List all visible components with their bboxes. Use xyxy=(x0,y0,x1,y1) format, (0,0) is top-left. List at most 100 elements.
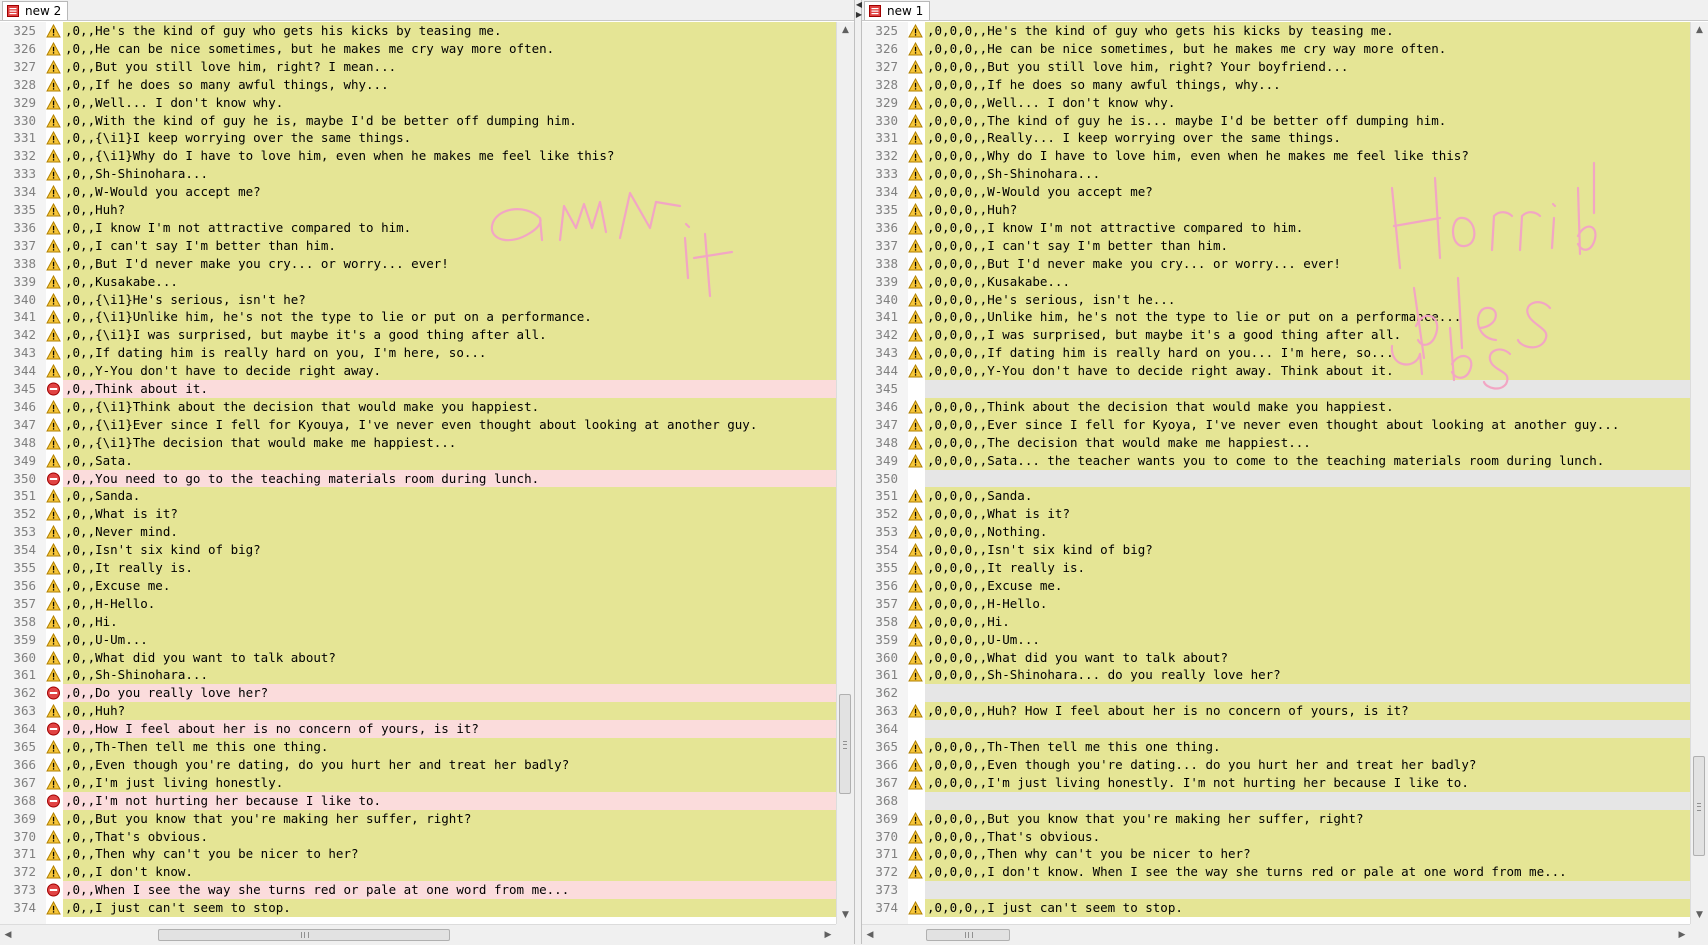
scroll-right-arrow-icon[interactable]: ▶ xyxy=(1674,925,1690,945)
diff-line-warn[interactable]: 370 ,0,,That's obvious. xyxy=(0,827,836,846)
diff-line-empty[interactable]: 362 xyxy=(862,684,1690,703)
diff-line-empty[interactable]: 350 xyxy=(862,469,1690,488)
diff-line-warn[interactable]: 331 ,0,,{\i1}I keep worrying over the sam… xyxy=(0,129,836,148)
scroll-right-arrow-icon[interactable]: ▶ xyxy=(820,925,836,945)
diff-line-warn[interactable]: 348 ,0,,{\i1}The decision that would make… xyxy=(0,433,836,452)
diff-line-warn[interactable]: 349 ,0,0,0,,Sata... the teacher wants you… xyxy=(862,451,1690,470)
diff-line-warn[interactable]: 355 ,0,,It really is. xyxy=(0,559,836,577)
diff-line-warn[interactable]: 338 ,0,,But I'd never make you cry... or … xyxy=(0,254,836,273)
diff-line-warn[interactable]: 333 ,0,0,0,,Sh-Shinohara... xyxy=(862,165,1690,184)
diff-line-warn[interactable]: 353 ,0,0,0,,Nothing. xyxy=(862,523,1690,542)
diff-line-warn[interactable]: 367 ,0,,I'm just living honestly. xyxy=(0,773,836,792)
right-text-area[interactable]: 325 ,0,0,0,,He's the kind of guy who gets… xyxy=(862,22,1690,924)
scroll-down-arrow-icon[interactable]: ▼ xyxy=(837,907,854,924)
diff-line-warn[interactable]: 351 ,0,0,0,,Sanda. xyxy=(862,487,1690,506)
diff-line-warn[interactable]: 361 ,0,,Sh-Shinohara... xyxy=(0,666,836,685)
diff-line-warn[interactable]: 351 ,0,,Sanda. xyxy=(0,487,836,506)
left-vertical-scroll-thumb[interactable] xyxy=(839,694,851,794)
diff-line-warn[interactable]: 341 ,0,,{\i1}Unlike him, he's not the typ… xyxy=(0,308,836,327)
diff-line-warn[interactable]: 360 ,0,0,0,,What did you want to talk abo… xyxy=(862,648,1690,667)
diff-line-warn[interactable]: 332 ,0,0,0,,Why do I have to love him, ev… xyxy=(862,147,1690,166)
diff-line-warn[interactable]: 328 ,0,0,0,,If he does so many awful thin… xyxy=(862,75,1690,94)
diff-line-warn[interactable]: 341 ,0,0,0,,Unlike him, he's not the type… xyxy=(862,308,1690,327)
diff-line-warn[interactable]: 329 ,0,,Well... I don't know why. xyxy=(0,93,836,112)
diff-line-warn[interactable]: 349 ,0,,Sata. xyxy=(0,451,836,470)
diff-line-warn[interactable]: 334 ,0,,W-Would you accept me? xyxy=(0,183,836,202)
diff-line-warn[interactable]: 346 ,0,0,0,,Think about the decision that… xyxy=(862,397,1690,416)
diff-line-warn[interactable]: 354 ,0,0,0,,Isn't six kind of big? xyxy=(862,541,1690,560)
diff-line-empty[interactable]: 368 xyxy=(862,791,1690,810)
diff-line-warn[interactable]: 371 ,0,0,0,,Then why can't you be nicer t… xyxy=(862,845,1690,864)
diff-line-warn[interactable]: 344 ,0,0,0,,Y-You don't have to decide ri… xyxy=(862,362,1690,381)
diff-line-warn[interactable]: 370 ,0,0,0,,That's obvious. xyxy=(862,827,1690,846)
diff-line-warn[interactable]: 332 ,0,,{\i1}Why do I have to love him, e… xyxy=(0,147,836,166)
diff-line-warn[interactable]: 348 ,0,0,0,,The decision that would make … xyxy=(862,433,1690,452)
diff-line-warn[interactable]: 335 ,0,,Huh? xyxy=(0,201,836,219)
diff-line-del[interactable]: 345 ,0,,Think about it. xyxy=(0,380,836,398)
diff-line-warn[interactable]: 343 ,0,,If dating him is really hard on y… xyxy=(0,344,836,363)
diff-line-warn[interactable]: 343 ,0,0,0,,If dating him is really hard … xyxy=(862,344,1690,363)
diff-line-warn[interactable]: 329 ,0,0,0,,Well... I don't know why. xyxy=(862,93,1690,112)
diff-line-empty[interactable]: 373 xyxy=(862,881,1690,900)
left-horizontal-scrollbar[interactable]: ◀ ▶ xyxy=(0,924,836,945)
diff-line-del[interactable]: 373 ,0,,When I see the way she turns red … xyxy=(0,881,836,900)
diff-line-warn[interactable]: 372 ,0,,I don't know. xyxy=(0,863,836,882)
scroll-left-arrow-icon[interactable]: ◀ xyxy=(0,925,16,945)
diff-line-warn[interactable]: 328 ,0,,If he does so many awful things, … xyxy=(0,75,836,94)
diff-line-warn[interactable]: 371 ,0,,Then why can't you be nicer to he… xyxy=(0,845,836,864)
diff-line-warn[interactable]: 352 ,0,,What is it? xyxy=(0,505,836,524)
diff-line-warn[interactable]: 352 ,0,0,0,,What is it? xyxy=(862,505,1690,524)
diff-line-warn[interactable]: 330 ,0,,With the kind of guy he is, maybe… xyxy=(0,111,836,130)
right-vertical-scrollbar[interactable]: ▲ ▼ xyxy=(1690,22,1708,924)
diff-line-warn[interactable]: 358 ,0,0,0,,Hi. xyxy=(862,612,1690,631)
diff-line-warn[interactable]: 344 ,0,,Y-You don't have to decide right … xyxy=(0,362,836,381)
diff-line-warn[interactable]: 357 ,0,,H-Hello. xyxy=(0,594,836,613)
right-vertical-scroll-thumb[interactable] xyxy=(1693,756,1705,856)
diff-line-warn[interactable]: 363 ,0,0,0,,Huh? How I feel about her is … xyxy=(862,702,1690,721)
pane-splitter[interactable]: ◀ ▶ xyxy=(854,0,862,944)
diff-line-del[interactable]: 362 ,0,,Do you really love her? xyxy=(0,684,836,703)
diff-line-warn[interactable]: 337 ,0,,I can't say I'm better than him. xyxy=(0,236,836,255)
diff-line-warn[interactable]: 369 ,0,,But you know that you're making h… xyxy=(0,809,836,828)
diff-line-del[interactable]: 364 ,0,,How I feel about her is no concer… xyxy=(0,720,836,739)
diff-line-warn[interactable]: 325 ,0,,He's the kind of guy who gets his… xyxy=(0,22,836,40)
diff-line-warn[interactable]: 367 ,0,0,0,,I'm just living honestly. I'm… xyxy=(862,773,1690,792)
diff-line-warn[interactable]: 340 ,0,0,0,,He's serious, isn't he... xyxy=(862,290,1690,309)
diff-line-warn[interactable]: 339 ,0,,Kusakabe... xyxy=(0,272,836,291)
left-vertical-scrollbar[interactable]: ▲ ▼ xyxy=(836,22,854,924)
scroll-down-arrow-icon[interactable]: ▼ xyxy=(1691,907,1708,924)
diff-line-del[interactable]: 350 ,0,,You need to go to the teaching ma… xyxy=(0,469,836,488)
diff-line-warn[interactable]: 331 ,0,0,0,,Really... I keep worrying ove… xyxy=(862,129,1690,148)
scroll-left-arrow-icon[interactable]: ◀ xyxy=(862,925,878,945)
diff-line-warn[interactable]: 340 ,0,,{\i1}He's serious, isn't he? xyxy=(0,290,836,309)
diff-line-warn[interactable]: 335 ,0,0,0,,Huh? xyxy=(862,201,1690,219)
diff-line-warn[interactable]: 372 ,0,0,0,,I don't know. When I see the … xyxy=(862,863,1690,882)
scroll-up-arrow-icon[interactable]: ▲ xyxy=(837,22,854,39)
diff-line-warn[interactable]: 361 ,0,0,0,,Sh-Shinohara... do you really… xyxy=(862,666,1690,685)
diff-line-warn[interactable]: 337 ,0,0,0,,I can't say I'm better than h… xyxy=(862,236,1690,255)
diff-line-warn[interactable]: 359 ,0,0,0,,U-Um... xyxy=(862,630,1690,649)
diff-line-warn[interactable]: 356 ,0,0,0,,Excuse me. xyxy=(862,576,1690,595)
diff-line-warn[interactable]: 354 ,0,,Isn't six kind of big? xyxy=(0,541,836,560)
diff-line-warn[interactable]: 346 ,0,,{\i1}Think about the decision tha… xyxy=(0,397,836,416)
right-horizontal-scroll-thumb[interactable] xyxy=(926,929,1010,941)
right-horizontal-scrollbar[interactable]: ◀ ▶ xyxy=(862,924,1690,945)
diff-line-empty[interactable]: 345 xyxy=(862,380,1690,398)
diff-line-warn[interactable]: 356 ,0,,Excuse me. xyxy=(0,576,836,595)
left-text-area[interactable]: 325 ,0,,He's the kind of guy who gets his… xyxy=(0,22,836,924)
diff-line-warn[interactable]: 355 ,0,0,0,,It really is. xyxy=(862,559,1690,577)
diff-line-warn[interactable]: 326 ,0,0,0,,He can be nice sometimes, but… xyxy=(862,39,1690,58)
diff-line-warn[interactable]: 366 ,0,0,0,,Even though you're dating... … xyxy=(862,755,1690,774)
diff-line-warn[interactable]: 342 ,0,0,0,,I was surprised, but maybe it… xyxy=(862,326,1690,345)
diff-line-warn[interactable]: 347 ,0,0,0,,Ever since I fell for Kyoya, … xyxy=(862,415,1690,434)
diff-line-warn[interactable]: 365 ,0,,Th-Then tell me this one thing. xyxy=(0,738,836,756)
diff-line-empty[interactable]: 364 xyxy=(862,720,1690,739)
scroll-up-arrow-icon[interactable]: ▲ xyxy=(1691,22,1708,39)
diff-line-warn[interactable]: 325 ,0,0,0,,He's the kind of guy who gets… xyxy=(862,22,1690,40)
left-horizontal-scroll-thumb[interactable] xyxy=(158,929,450,941)
diff-line-warn[interactable]: 334 ,0,0,0,,W-Would you accept me? xyxy=(862,183,1690,202)
diff-line-warn[interactable]: 336 ,0,0,0,,I know I'm not attractive com… xyxy=(862,218,1690,237)
diff-line-warn[interactable]: 357 ,0,0,0,,H-Hello. xyxy=(862,594,1690,613)
diff-line-warn[interactable]: 359 ,0,,U-Um... xyxy=(0,630,836,649)
diff-line-warn[interactable]: 326 ,0,,He can be nice sometimes, but he … xyxy=(0,39,836,58)
